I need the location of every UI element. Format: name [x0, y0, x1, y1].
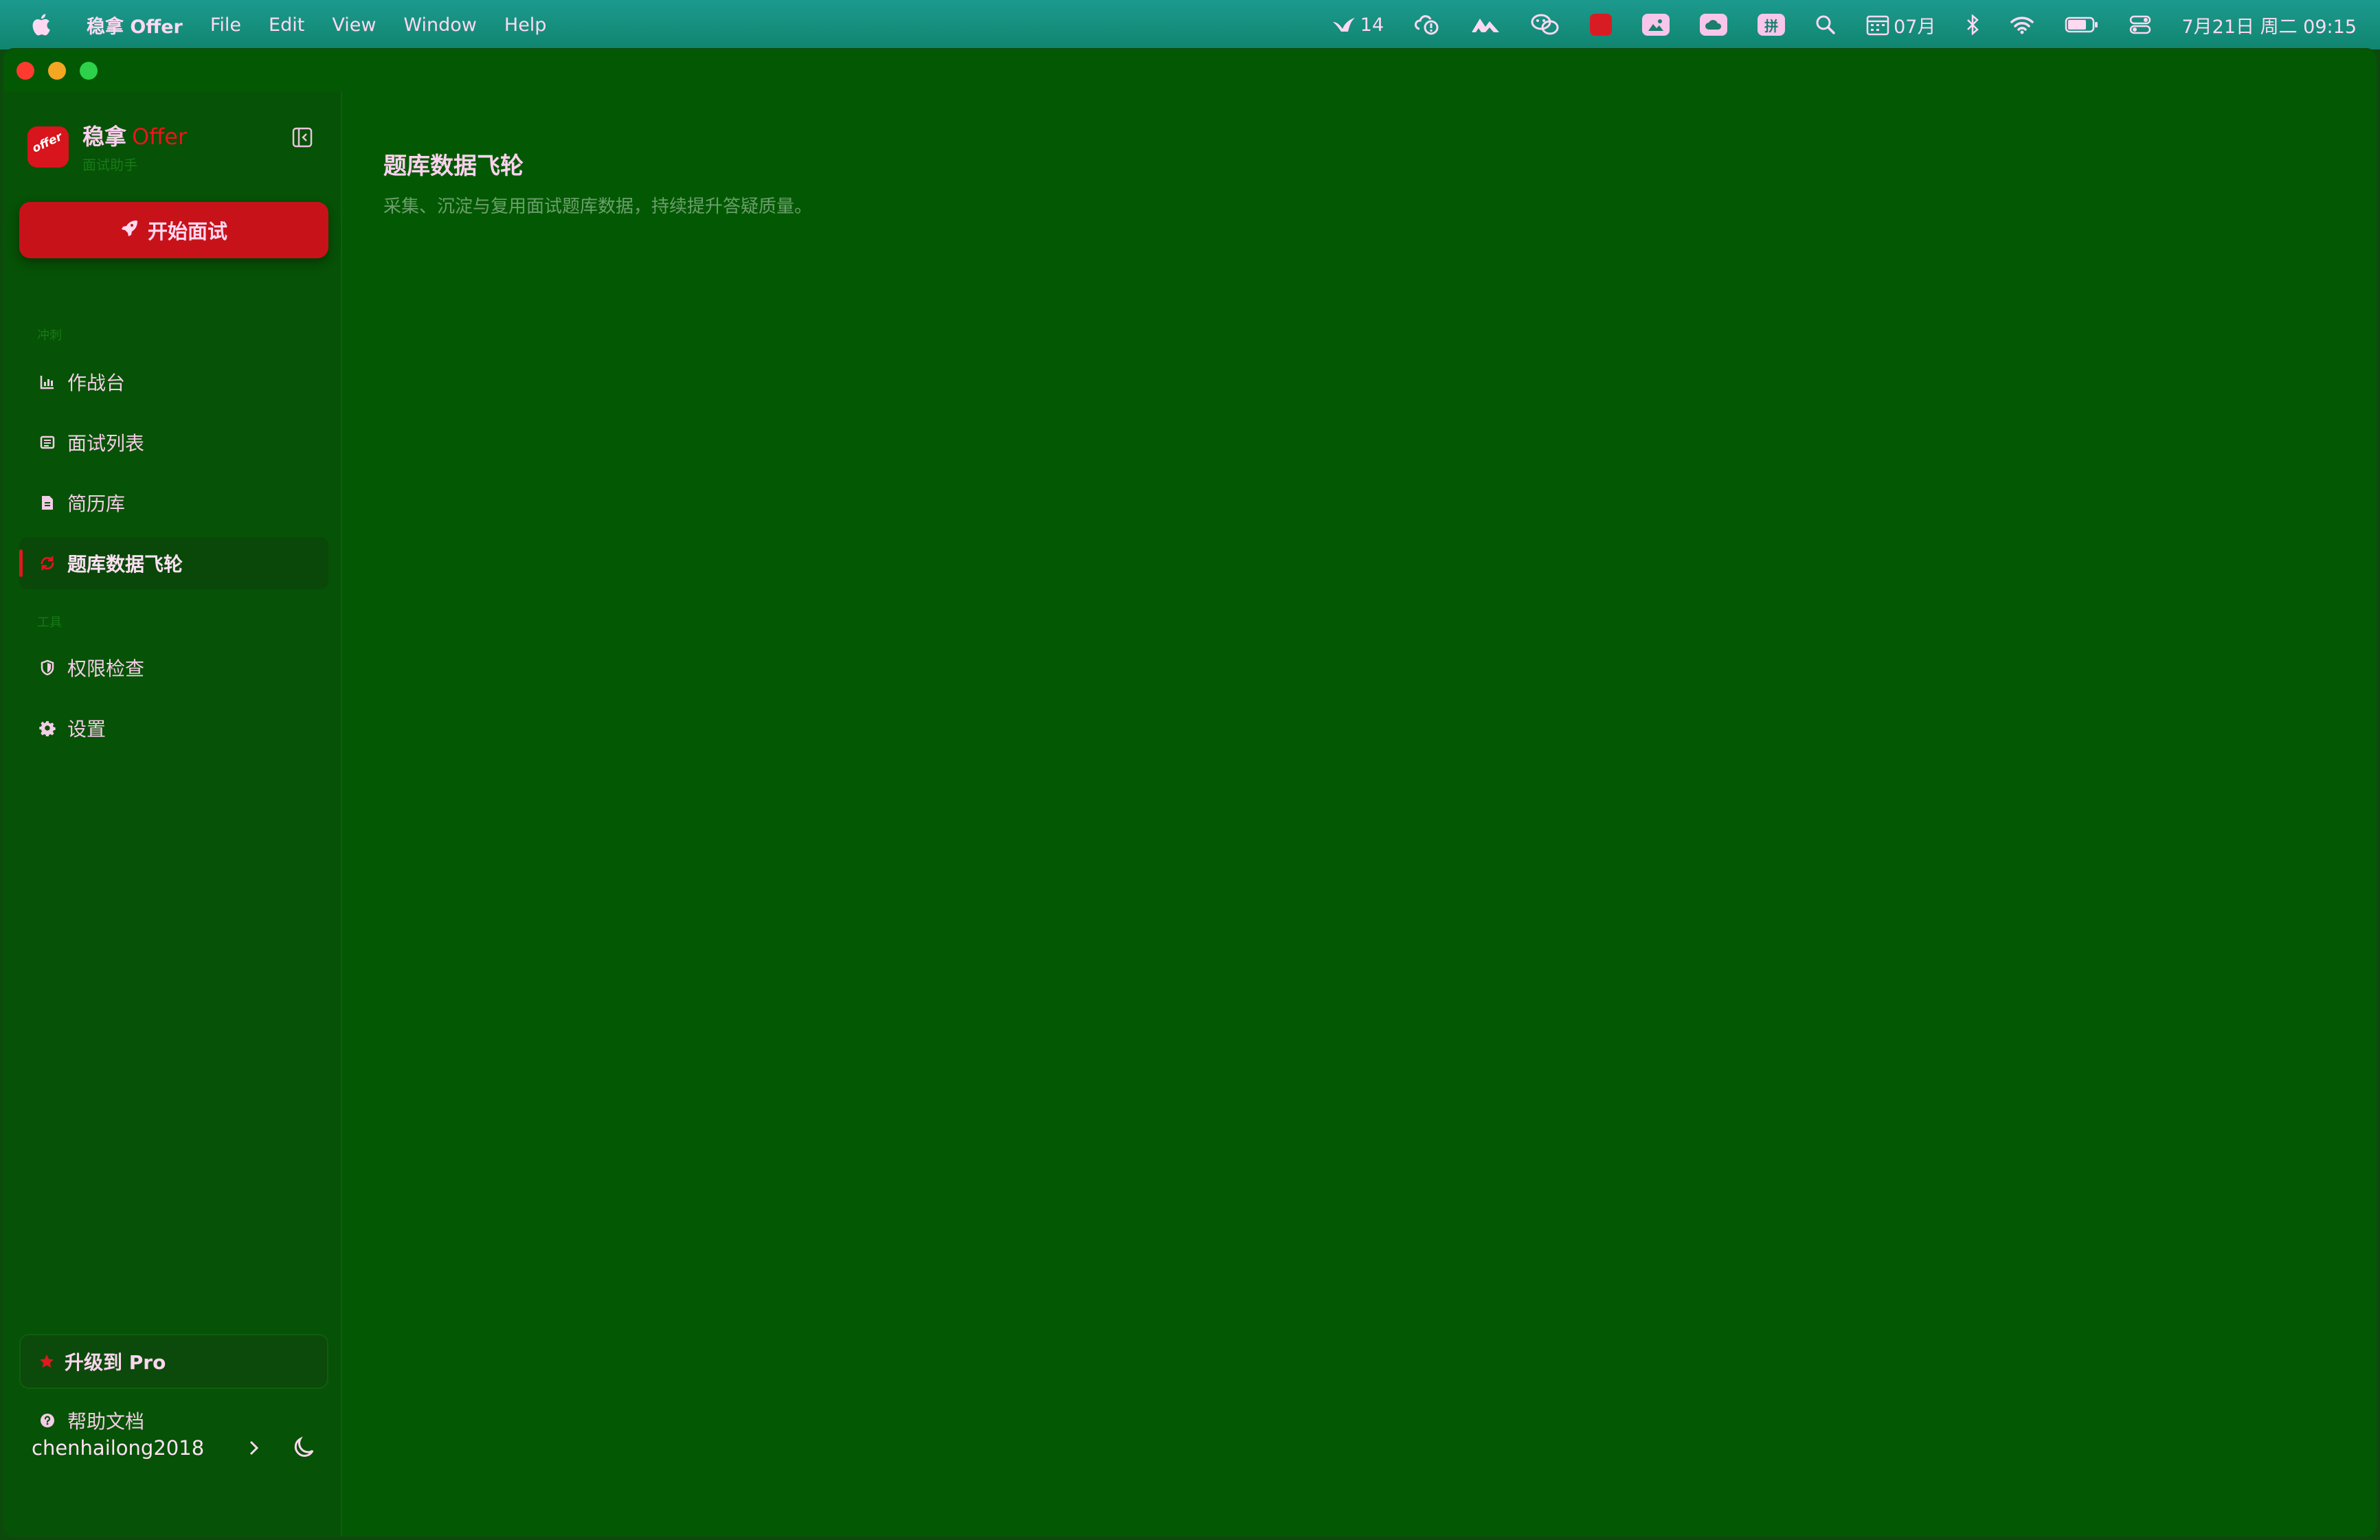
- wifi-icon: [2010, 15, 2034, 34]
- sidebar: offer 稳拿 Offer 面试助手 开始面试 冲刺 作战台 面试列表 简历库…: [4, 92, 342, 1536]
- input-method-icon: 拼: [1758, 14, 1786, 36]
- page-description: 采集、沉淀与复用面试题库数据，持续提升答疑质量。: [383, 196, 813, 217]
- sidebar-item-resume-library[interactable]: 简历库: [19, 477, 328, 529]
- cloud-icon: [1700, 14, 1728, 36]
- tray-calendar[interactable]: 07月: [1866, 12, 1935, 38]
- brand-logo: offer: [27, 126, 69, 168]
- upgrade-pro-label: 升级到 Pro: [65, 1351, 166, 1374]
- sidebar-item-label: 作战台: [67, 372, 126, 394]
- tray-input-method[interactable]: 拼: [1758, 14, 1786, 36]
- username: chenhailong2018: [32, 1436, 205, 1460]
- menu-help[interactable]: Help: [504, 14, 547, 36]
- tray-wechat[interactable]: [1531, 13, 1560, 36]
- brand-name: 稳拿 Offer: [82, 120, 187, 151]
- brand-name-main: 稳拿: [82, 124, 127, 150]
- maximize-window-button[interactable]: [80, 62, 98, 80]
- user-row[interactable]: chenhailong2018: [32, 1427, 320, 1469]
- sidebar-collapse-icon: [291, 127, 313, 151]
- battery-icon: [2065, 16, 2099, 34]
- sidebar-item-label: 面试列表: [67, 432, 145, 455]
- menu-file[interactable]: File: [210, 14, 241, 36]
- tray-battery[interactable]: [2065, 16, 2099, 34]
- start-interview-button[interactable]: 开始面试: [19, 202, 328, 258]
- datetime-text: 7月21日 周二 09:15: [2181, 16, 2357, 38]
- brand-name-accent: Offer: [132, 124, 188, 150]
- list-icon: [38, 433, 56, 451]
- tray-datetime[interactable]: 7月21日 周二 09:15: [2181, 12, 2357, 38]
- refresh-icon: [38, 554, 56, 572]
- sidebar-item-settings[interactable]: 设置: [19, 702, 328, 754]
- wechat-icon: [1531, 13, 1560, 36]
- control-center-icon: [2129, 14, 2151, 35]
- section-label-sprint: 冲刺: [37, 328, 62, 343]
- app-window: offer 稳拿 Offer 面试助手 开始面试 冲刺 作战台 面试列表 简历库…: [4, 49, 2376, 1536]
- page-title: 题库数据飞轮: [383, 152, 524, 180]
- bird-icon: [1332, 15, 1356, 34]
- menu-window[interactable]: Window: [403, 14, 476, 36]
- sidebar-item-label: 题库数据飞轮: [67, 553, 183, 576]
- chevron-right-icon[interactable]: [246, 1438, 261, 1460]
- sidebar-item-label: 简历库: [67, 492, 126, 515]
- upgrade-pro-button[interactable]: 升级到 Pro: [19, 1334, 328, 1389]
- sidebar-item-label: 权限检查: [67, 657, 145, 680]
- tray-notifications[interactable]: 14: [1332, 14, 1384, 36]
- sidebar-item-question-flywheel[interactable]: 题库数据飞轮: [19, 537, 328, 589]
- bluetooth-icon: [1966, 14, 1979, 35]
- calendar-icon: [1866, 14, 1889, 36]
- sidebar-item-permission-check[interactable]: 权限检查: [19, 642, 328, 694]
- tray-wifi[interactable]: [2010, 15, 2034, 34]
- sidebar-item-dashboard[interactable]: 作战台: [19, 356, 328, 408]
- tray-photos[interactable]: [1642, 14, 1670, 36]
- tray-cloud-sync[interactable]: [1700, 14, 1728, 36]
- collapse-sidebar-button[interactable]: [291, 126, 313, 148]
- shield-icon: [38, 659, 56, 677]
- gear-icon: [38, 719, 56, 737]
- chart-icon: [38, 373, 56, 391]
- tray-offer-app[interactable]: [1590, 14, 1613, 36]
- brand-logo-text: offer: [30, 129, 65, 156]
- tray-control-center[interactable]: [2129, 14, 2151, 35]
- offer-app-icon: [1590, 14, 1613, 36]
- tray-notification-count: 14: [1360, 14, 1384, 36]
- tray-spotlight[interactable]: [1815, 14, 1836, 35]
- title-bar: [4, 49, 2376, 92]
- tray-calendar-label: 07月: [1894, 16, 1936, 38]
- cloud-alert-icon: [1414, 14, 1440, 36]
- menu-edit[interactable]: Edit: [269, 14, 304, 36]
- apple-menu-icon[interactable]: [30, 13, 51, 36]
- menu-bar: 稳拿 Offer File Edit View Window Help 14 拼…: [0, 0, 2380, 49]
- brand: offer 稳拿 Offer 面试助手: [27, 120, 187, 174]
- tray-bluetooth[interactable]: [1966, 14, 1979, 35]
- photo-icon: [1642, 14, 1670, 36]
- main-content: 题库数据飞轮 采集、沉淀与复用面试题库数据，持续提升答疑质量。: [344, 92, 2376, 1536]
- tray-cloud-alert[interactable]: [1414, 14, 1440, 36]
- mountain-icon: [1470, 16, 1501, 34]
- search-icon: [1815, 14, 1836, 35]
- minimize-window-button[interactable]: [48, 62, 66, 80]
- brand-subtitle: 面试助手: [82, 157, 137, 173]
- start-interview-label: 开始面试: [147, 220, 227, 243]
- star-icon: [38, 1353, 55, 1370]
- sidebar-item-label: 设置: [67, 718, 106, 740]
- section-label-tools: 工具: [37, 615, 62, 630]
- close-window-button[interactable]: [16, 62, 34, 80]
- tray-mountain[interactable]: [1470, 16, 1501, 34]
- document-icon: [38, 494, 56, 512]
- rocket-icon: [120, 218, 148, 242]
- moon-icon[interactable]: [290, 1434, 317, 1464]
- menu-view[interactable]: View: [332, 14, 376, 36]
- menu-app-name[interactable]: 稳拿 Offer: [87, 12, 183, 38]
- sidebar-item-interview-list[interactable]: 面试列表: [19, 416, 328, 468]
